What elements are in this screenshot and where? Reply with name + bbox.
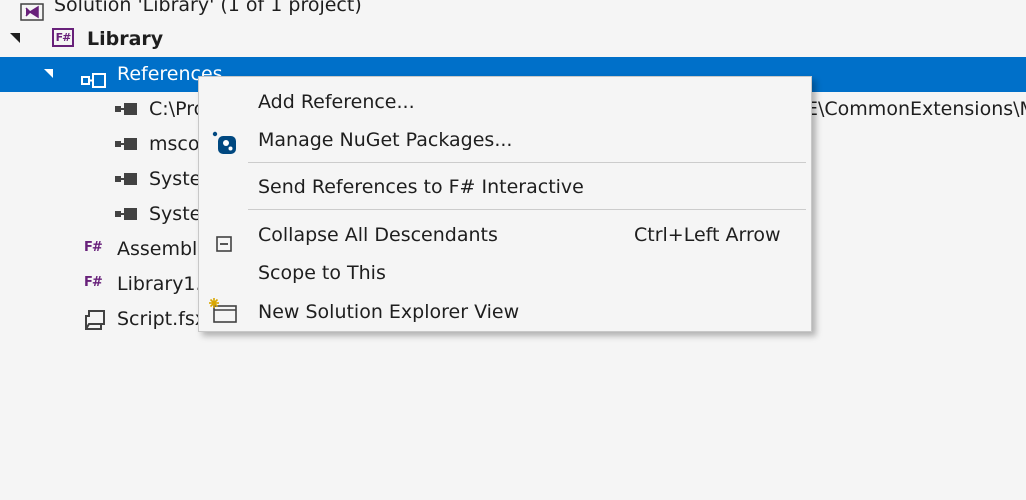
fsharp-file-icon: F#	[84, 240, 103, 255]
file-label: Library1.	[117, 273, 202, 295]
file-label: Assembly	[117, 238, 209, 260]
script-file-icon	[83, 308, 107, 343]
expanded-arrow-icon[interactable]	[44, 69, 53, 78]
nuget-icon	[211, 129, 239, 168]
menu-item-label: New Solution Explorer View	[258, 301, 520, 323]
assembly-reference-icon	[115, 138, 137, 150]
menu-item-label: Scope to This	[258, 262, 386, 284]
reference-label: Syste	[149, 203, 202, 225]
fsharp-project-icon: F#	[52, 28, 74, 47]
assembly-reference-icon	[115, 103, 137, 115]
tree-row-solution[interactable]: Solution 'Library' (1 of 1 project)	[0, 0, 1026, 23]
menu-item-new-solution-explorer-view[interactable]: New Solution Explorer View	[199, 293, 811, 331]
menu-item-collapse-all[interactable]: Collapse All Descendants Ctrl+Left Arrow	[199, 216, 811, 254]
menu-item-label: Manage NuGet Packages...	[258, 129, 513, 151]
menu-item-manage-nuget[interactable]: Manage NuGet Packages...	[199, 121, 811, 159]
file-label: Script.fsx	[117, 308, 206, 330]
menu-item-send-references-fsi[interactable]: Send References to F# Interactive	[199, 168, 811, 206]
reference-label: msco	[149, 133, 200, 155]
menu-item-scope-to-this[interactable]: Scope to This	[199, 254, 811, 292]
fsharp-file-icon: F#	[84, 275, 103, 290]
menu-item-shortcut: Ctrl+Left Arrow	[634, 224, 781, 246]
menu-item-label: Collapse All Descendants	[258, 224, 498, 246]
expanded-arrow-icon[interactable]	[10, 33, 20, 43]
reference-path-tail: E\CommonExtensions\M	[806, 98, 1026, 120]
reference-label: Syste	[149, 168, 202, 190]
solution-label: Solution 'Library' (1 of 1 project)	[54, 0, 362, 16]
tree-row-project[interactable]: F# Library	[0, 22, 1026, 57]
new-view-icon	[208, 296, 238, 337]
reference-label: C:\Pro	[149, 98, 206, 120]
context-menu: Add Reference... Manage NuGet Packages..…	[198, 76, 812, 332]
menu-item-add-reference[interactable]: Add Reference...	[199, 83, 811, 121]
menu-item-label: Send References to F# Interactive	[258, 176, 584, 198]
assembly-reference-icon	[115, 173, 137, 185]
menu-separator	[248, 162, 806, 163]
menu-item-label: Add Reference...	[258, 91, 415, 113]
menu-separator	[248, 209, 806, 210]
project-label: Library	[87, 28, 164, 50]
assembly-reference-icon	[115, 208, 137, 220]
